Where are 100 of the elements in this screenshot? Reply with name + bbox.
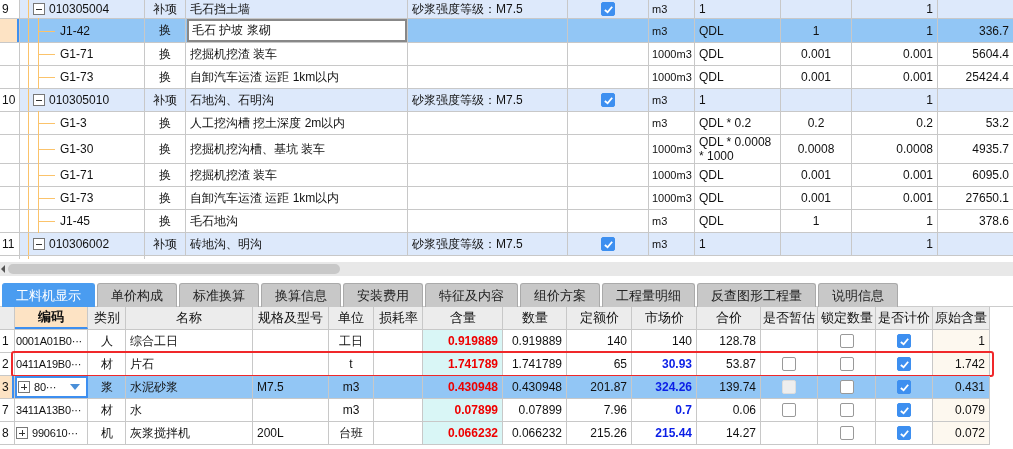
checkbox[interactable]: [782, 403, 796, 417]
tab[interactable]: 说明信息: [818, 283, 898, 307]
tab[interactable]: 标准换算: [179, 283, 259, 307]
checkbox[interactable]: [839, 334, 854, 348]
name-input-field[interactable]: 毛石 护坡 浆砌: [187, 19, 407, 42]
tab[interactable]: 反查图形工程量: [697, 283, 816, 307]
table-cell: 6095.0: [972, 168, 1009, 182]
table-cell: 378.6: [978, 214, 1009, 228]
checkbox[interactable]: [839, 357, 854, 371]
material-type: 人: [100, 332, 113, 350]
tab[interactable]: 工程量明细: [602, 283, 695, 307]
material-unit: m3: [342, 380, 360, 394]
item-code: J1-42: [60, 23, 91, 38]
item-type: 补项: [153, 91, 177, 109]
item-name: 挖掘机挖渣 装车: [190, 166, 278, 184]
table-cell: 336.7: [978, 23, 1009, 38]
item-code: J1-45: [60, 214, 91, 228]
quota-price: 65: [613, 357, 627, 371]
tab[interactable]: 特征及内容: [425, 283, 518, 307]
checkbox[interactable]: [897, 403, 911, 417]
minus-box-icon[interactable]: [33, 3, 45, 15]
material-unit: 台班: [339, 424, 363, 442]
original-content: 1: [978, 334, 985, 348]
item-name: 石地沟、石明沟: [190, 91, 274, 109]
checkbox[interactable]: [897, 380, 911, 394]
item-unit: m3: [652, 24, 668, 37]
quantity-expression: QDL: [699, 168, 724, 182]
item-name: 砖地沟、明沟: [190, 235, 262, 253]
material-type: 材: [100, 401, 113, 419]
column-header: 含量: [449, 309, 476, 327]
item-unit: m3: [652, 238, 668, 250]
item-type: 换: [159, 140, 171, 158]
material-unit: 工日: [339, 332, 363, 350]
content-value: 0.07899: [454, 403, 498, 417]
item-name: 挖掘机挖沟槽、基坑 装车: [190, 140, 326, 158]
row-header[interactable]: [0, 19, 20, 42]
table-cell: 1: [926, 93, 933, 107]
scrollbar-thumb[interactable]: [8, 264, 340, 274]
checkbox[interactable]: [839, 426, 854, 440]
checkbox[interactable]: [839, 380, 854, 394]
item-feature: 砂浆强度等级：M7.5: [412, 91, 523, 109]
table-cell: 27650.1: [965, 191, 1009, 205]
plus-box-icon[interactable]: [18, 381, 30, 393]
quota-price: 201.87: [590, 380, 627, 394]
quantity-expression: QDL: [699, 23, 724, 38]
item-type: 补项: [153, 0, 177, 18]
item-unit: m3: [652, 94, 668, 106]
quantity-expression: 1: [699, 93, 706, 107]
tree-branch-line: [38, 42, 55, 66]
tab[interactable]: 组价方案: [520, 283, 600, 307]
material-unit: m3: [342, 403, 360, 417]
plus-box-icon[interactable]: [16, 427, 28, 439]
minus-box-icon[interactable]: [33, 238, 45, 250]
tab[interactable]: 单价构成: [97, 283, 177, 307]
item-unit: 1000m3: [652, 71, 692, 83]
checkbox[interactable]: [601, 2, 615, 16]
item-name: 自卸汽车运渣 运距 1km以内: [190, 189, 340, 207]
item-type: 换: [159, 68, 171, 86]
column-header: 编码: [38, 308, 64, 326]
scroll-left-arrow-icon[interactable]: [1, 265, 5, 273]
checkbox[interactable]: [897, 357, 911, 371]
tab[interactable]: 安装费用: [343, 283, 423, 307]
checkbox[interactable]: [897, 426, 911, 440]
table-cell: 0.001: [801, 191, 831, 205]
material-name: 水泥砂浆: [130, 378, 178, 396]
minus-box-icon[interactable]: [33, 94, 45, 106]
original-content: 0.431: [954, 380, 985, 394]
table-cell: 5604.4: [972, 47, 1009, 61]
item-name: 自卸汽车运渣 运距 1km以内: [190, 68, 340, 86]
checkbox[interactable]: [897, 334, 911, 348]
quantity-value: 0.07899: [518, 403, 562, 417]
row-number: 1: [0, 330, 15, 352]
material-type: 材: [100, 355, 113, 373]
checkbox[interactable]: [839, 403, 854, 417]
item-code: G1-73: [60, 191, 94, 205]
material-name: 水: [130, 401, 142, 419]
dropdown-arrow-icon[interactable]: [70, 384, 80, 390]
total-price: 128.78: [719, 334, 756, 348]
column-header: 原始含量: [935, 309, 987, 327]
item-unit: 1000m3: [652, 192, 692, 204]
checkbox[interactable]: [782, 357, 796, 371]
content-value: 0.430948: [447, 380, 498, 394]
checkbox[interactable]: [601, 237, 615, 251]
item-unit: m3: [652, 3, 668, 15]
item-code: G1-3: [60, 116, 87, 130]
tab[interactable]: 换算信息: [261, 283, 341, 307]
column-header: 单位: [338, 309, 364, 327]
horizontal-scrollbar[interactable]: [0, 262, 1013, 276]
item-code: 010305004: [49, 2, 110, 16]
item-unit: m3: [652, 215, 668, 227]
column-header: 是否暂估: [763, 309, 815, 327]
table-cell: 0.001: [801, 168, 831, 182]
column-header: 规格及型号: [258, 309, 323, 327]
item-code: G1-73: [60, 70, 94, 84]
table-cell: 0.001: [902, 70, 933, 84]
checkbox[interactable]: [601, 93, 615, 107]
table-cell: 0.001: [902, 47, 933, 61]
item-unit: 1000m3: [652, 143, 692, 155]
column-header: 类别: [93, 309, 120, 327]
market-price: 0.7: [675, 403, 692, 417]
